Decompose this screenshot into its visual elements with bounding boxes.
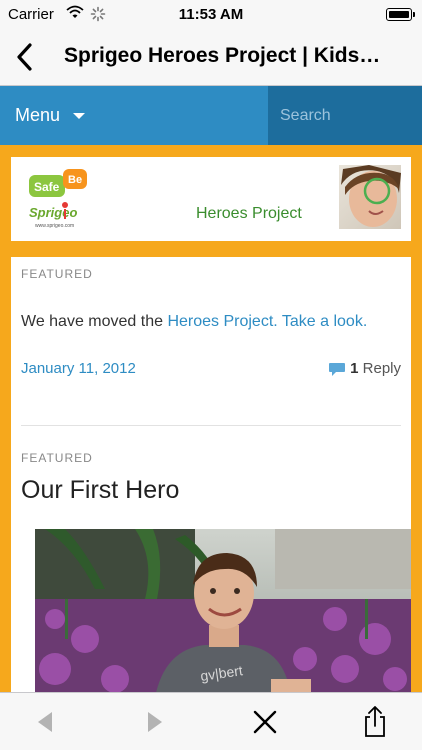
logo-brand-text: Sprigeo bbox=[29, 205, 77, 220]
logo-be-text: Be bbox=[68, 174, 82, 186]
hero-kid-image bbox=[339, 165, 401, 229]
toolbar-share-button[interactable] bbox=[358, 705, 392, 739]
menu-button[interactable]: Menu bbox=[0, 86, 268, 145]
chevron-left-icon bbox=[17, 43, 32, 71]
reply-link[interactable]: 1 Reply bbox=[328, 360, 401, 377]
status-bar: Carrier 11:53 AM bbox=[0, 0, 422, 30]
navigation-bar: Sprigeo Heroes Project | Kids… bbox=[0, 30, 422, 86]
back-arrow-icon bbox=[38, 712, 52, 732]
featured-label-2: FEATURED bbox=[21, 451, 93, 465]
sprigeo-logo: Safe Be Sprigeo www.sprigeo.com bbox=[29, 169, 87, 229]
heroes-project-link[interactable]: Heroes Project. Take a look. bbox=[167, 313, 367, 330]
post-title[interactable]: Our First Hero bbox=[21, 476, 179, 505]
posts-container: FEATURED We have moved the Heroes Projec… bbox=[11, 257, 411, 697]
clock: 11:53 AM bbox=[178, 6, 244, 23]
browser-toolbar bbox=[0, 692, 422, 750]
page-title: Sprigeo Heroes Project | Kids… bbox=[64, 44, 381, 67]
toolbar-forward-button[interactable] bbox=[138, 705, 172, 739]
post-date-link[interactable]: January 11, 2012 bbox=[21, 360, 136, 377]
search-input[interactable] bbox=[268, 86, 422, 145]
heroes-project-text: Heroes Project bbox=[196, 205, 302, 222]
post-body: We have moved the Heroes Project. Take a… bbox=[21, 313, 367, 331]
back-button[interactable] bbox=[12, 42, 40, 72]
menu-label: Menu bbox=[15, 105, 61, 125]
caret-down-icon bbox=[73, 113, 85, 119]
site-menu-bar: Menu bbox=[0, 86, 422, 145]
hero-boy-photo: gv|bert bbox=[35, 529, 411, 697]
logo-url-text: www.sprigeo.com bbox=[35, 223, 74, 229]
post-photo[interactable]: gv|bert bbox=[35, 529, 411, 697]
comment-bubble-icon bbox=[329, 363, 346, 377]
toolbar-back-button[interactable] bbox=[28, 705, 62, 739]
share-icon bbox=[365, 706, 385, 737]
logo-safe-text: Safe bbox=[34, 180, 60, 194]
reply-label: Reply bbox=[362, 360, 401, 377]
featured-label: FEATURED bbox=[21, 267, 93, 281]
reply-count: 1 bbox=[350, 360, 359, 377]
site-banner[interactable]: Safe Be Sprigeo www.sprigeo.com Heroes P… bbox=[11, 157, 411, 241]
post-body-text: We have moved the bbox=[21, 313, 168, 330]
forward-arrow-icon bbox=[148, 712, 162, 732]
toolbar-close-button[interactable] bbox=[248, 705, 282, 739]
divider bbox=[21, 425, 401, 426]
battery-icon bbox=[386, 8, 415, 21]
close-icon bbox=[253, 710, 277, 734]
